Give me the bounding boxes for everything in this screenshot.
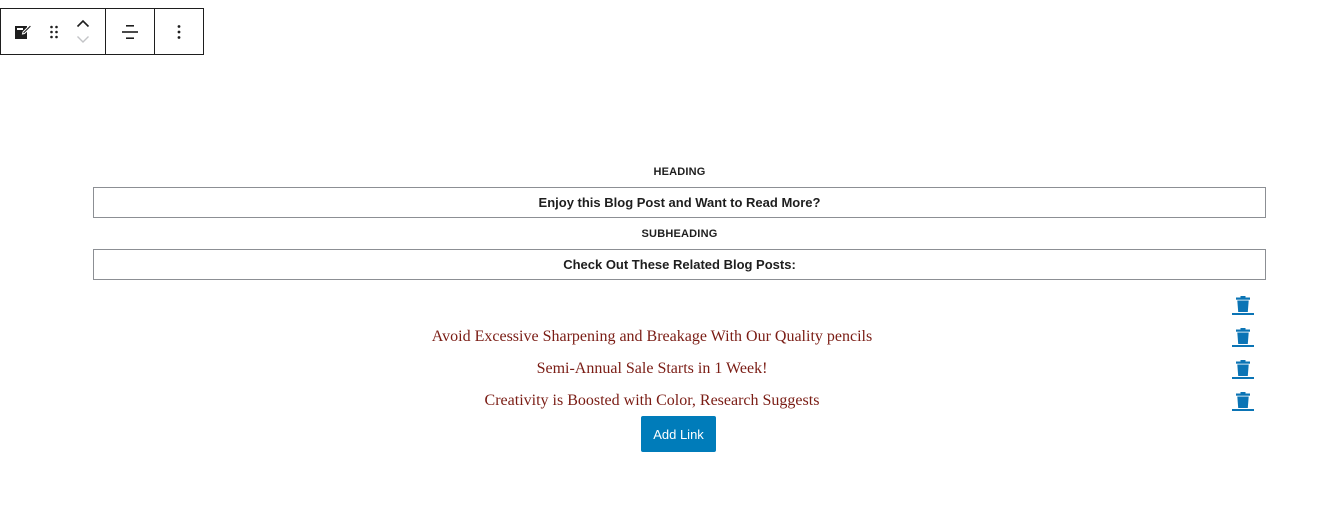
align-center-icon (122, 24, 138, 39)
trash-underline (1232, 377, 1254, 379)
trash-underline (1232, 313, 1254, 315)
link-item-text[interactable]: Creativity is Boosted with Color, Resear… (93, 392, 1211, 410)
trash-icon (1236, 360, 1250, 376)
trash-icon (1236, 296, 1250, 312)
delete-link-button[interactable] (1232, 392, 1254, 414)
trash-icon (1236, 328, 1250, 344)
link-item-text[interactable]: Semi-Annual Sale Starts in 1 Week! (93, 360, 1211, 378)
drag-handle-button[interactable] (45, 9, 63, 54)
subheading-label: SUBHEADING (641, 228, 718, 240)
more-options-icon (177, 24, 181, 39)
chevron-up-icon (76, 19, 90, 28)
toolbar-group-block (1, 9, 106, 54)
more-options-button[interactable] (155, 9, 203, 54)
toolbar-group-options (155, 9, 203, 54)
trash-underline (1232, 409, 1254, 411)
align-button[interactable] (106, 9, 154, 54)
block-type-button[interactable] (1, 9, 45, 54)
link-item-text[interactable]: Avoid Excessive Sharpening and Breakage … (93, 328, 1211, 346)
heading-input[interactable] (93, 187, 1266, 218)
chevron-down-icon (77, 36, 89, 43)
block-edit-icon (15, 23, 32, 39)
toolbar-group-align (106, 9, 155, 54)
add-link-button[interactable]: Add Link (641, 416, 716, 452)
block-toolbar (0, 8, 204, 55)
delete-link-button[interactable] (1232, 328, 1254, 350)
trash-icon (1236, 392, 1250, 408)
move-up-button[interactable] (71, 16, 95, 32)
subheading-input[interactable] (93, 249, 1266, 280)
block-movers (63, 9, 103, 54)
drag-handle-icon (50, 25, 58, 38)
move-down-button[interactable] (71, 32, 95, 48)
heading-label: HEADING (653, 166, 706, 178)
trash-underline (1232, 345, 1254, 347)
delete-link-button[interactable] (1232, 360, 1254, 382)
delete-link-button[interactable] (1232, 296, 1254, 318)
